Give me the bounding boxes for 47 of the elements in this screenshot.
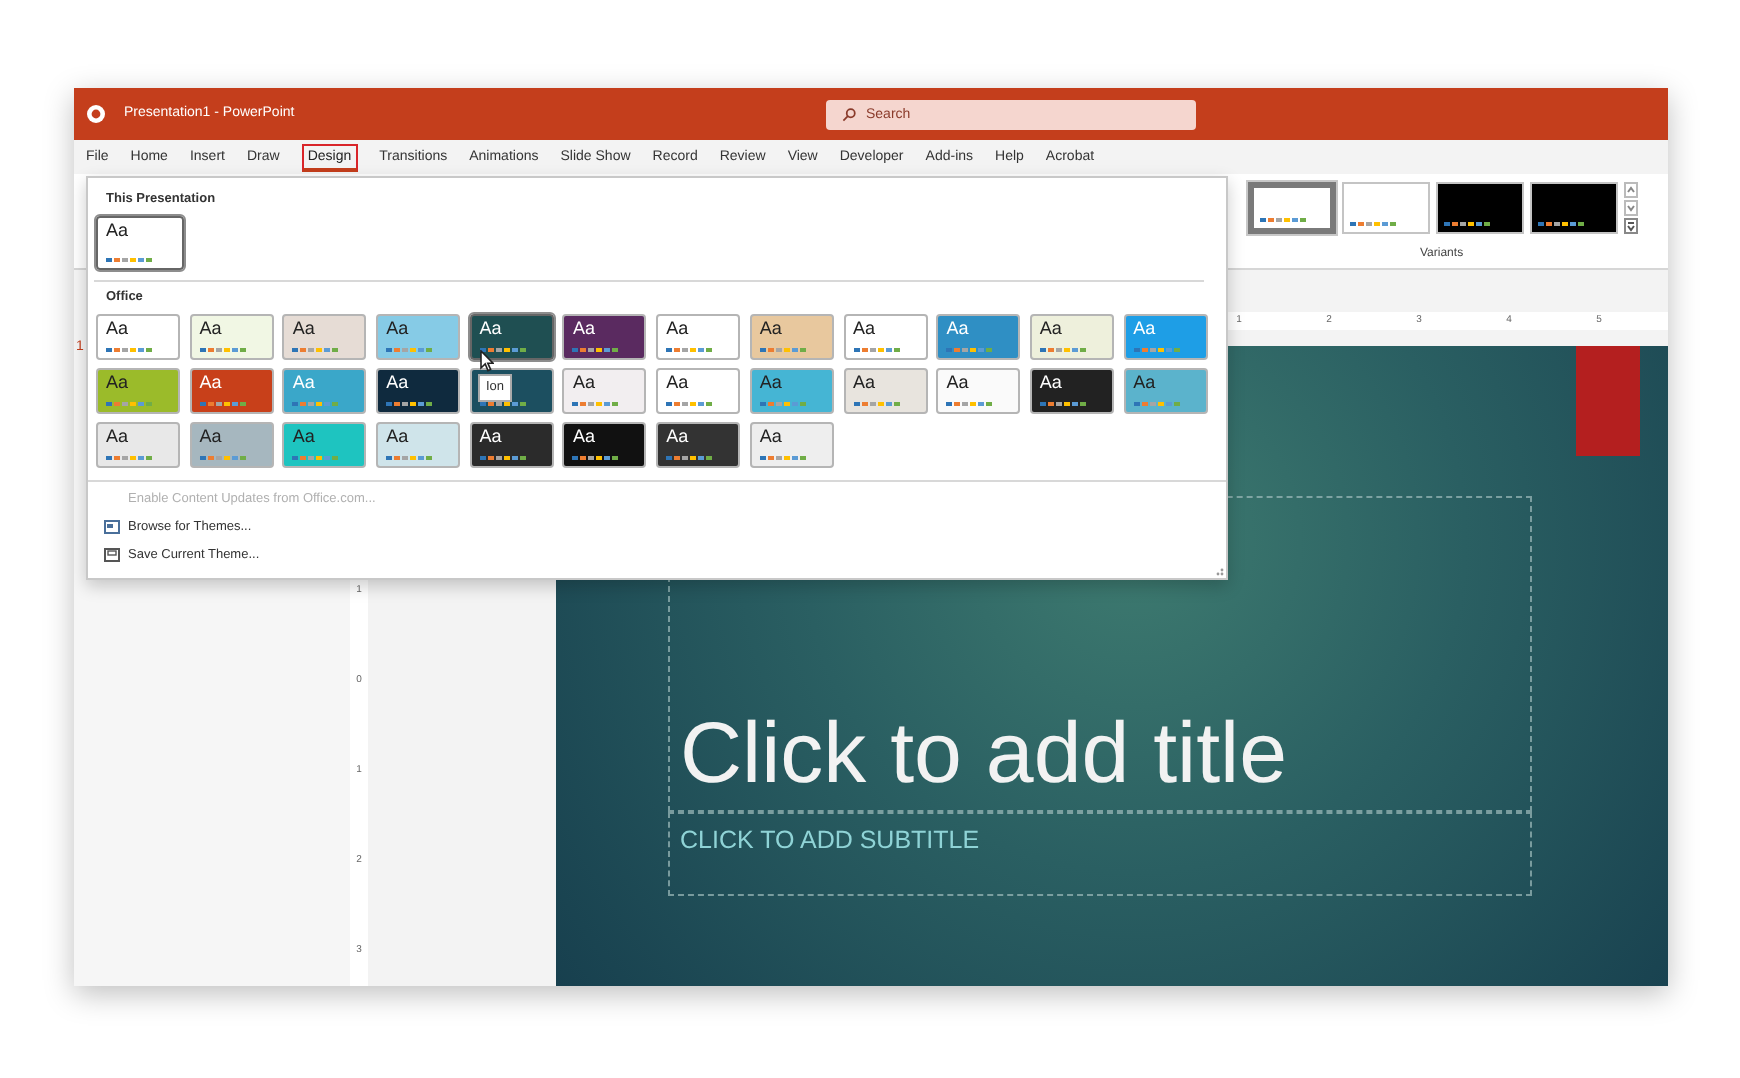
- theme-thumbnail[interactable]: Aa: [469, 313, 554, 359]
- theme-thumbnail[interactable]: Aa: [749, 367, 834, 413]
- variant-thumbnail[interactable]: [1436, 182, 1524, 234]
- app-logo-icon: [86, 104, 106, 124]
- theme-thumbnail[interactable]: Aa: [189, 421, 274, 467]
- theme-thumbnail[interactable]: Aa: [96, 421, 180, 467]
- theme-thumbnail[interactable]: Aa: [562, 421, 647, 467]
- theme-thumbnail[interactable]: Aa: [376, 421, 461, 467]
- scroll-down-icon[interactable]: [1624, 200, 1638, 216]
- theme-thumbnail[interactable]: Aa: [749, 421, 834, 467]
- resize-grip-icon[interactable]: [1214, 566, 1224, 576]
- title-text: Click to add title: [680, 704, 1288, 806]
- cursor-icon: [480, 350, 494, 372]
- theme-thumbnail[interactable]: Aa: [562, 367, 647, 413]
- theme-thumbnail[interactable]: Aa: [749, 313, 834, 359]
- theme-thumbnail[interactable]: Aa: [656, 313, 741, 359]
- theme-thumbnail[interactable]: Aa: [189, 367, 274, 413]
- theme-thumbnail[interactable]: Aa: [656, 421, 741, 467]
- variant-thumbnail[interactable]: [1342, 182, 1430, 234]
- theme-thumbnail[interactable]: Aa: [96, 313, 180, 359]
- theme-thumbnail[interactable]: Aa: [936, 313, 1021, 359]
- save-theme-icon: [104, 548, 120, 562]
- theme-thumbnail[interactable]: Aa: [96, 215, 184, 270]
- theme-thumbnail[interactable]: Aa: [656, 367, 741, 413]
- theme-thumbnail[interactable]: Aa: [469, 421, 554, 467]
- theme-thumbnail[interactable]: Aa: [96, 367, 180, 413]
- folder-window-icon: [104, 520, 120, 534]
- search-icon: [842, 108, 856, 122]
- theme-thumbnail[interactable]: Aa: [189, 313, 274, 359]
- theme-thumbnail[interactable]: Aa: [562, 313, 647, 359]
- theme-thumbnail[interactable]: Aa: [376, 313, 461, 359]
- subtitle-placeholder[interactable]: CLICK TO ADD SUBTITLE: [668, 812, 1532, 896]
- more-icon[interactable]: [1624, 218, 1638, 234]
- theme-thumbnail[interactable]: Aa: [282, 421, 367, 467]
- theme-thumbnail[interactable]: Aa: [376, 367, 461, 413]
- theme-thumbnail[interactable]: Aa: [1029, 367, 1114, 413]
- theme-thumbnail[interactable]: Aa: [843, 367, 927, 413]
- theme-thumbnail[interactable]: Aa: [936, 367, 1021, 413]
- scroll-up-icon[interactable]: [1624, 182, 1638, 198]
- variant-thumbnail[interactable]: [1248, 182, 1336, 234]
- theme-thumbnail[interactable]: Aa: [1029, 313, 1114, 359]
- subtitle-text: CLICK TO ADD SUBTITLE: [680, 826, 980, 854]
- theme-thumbnail[interactable]: Aa: [282, 313, 367, 359]
- color-swatches-icon: [106, 257, 152, 262]
- variant-thumbnail[interactable]: [1530, 182, 1618, 234]
- theme-thumbnail[interactable]: Aa: [1123, 367, 1208, 413]
- theme-thumbnail[interactable]: Aa: [843, 313, 927, 359]
